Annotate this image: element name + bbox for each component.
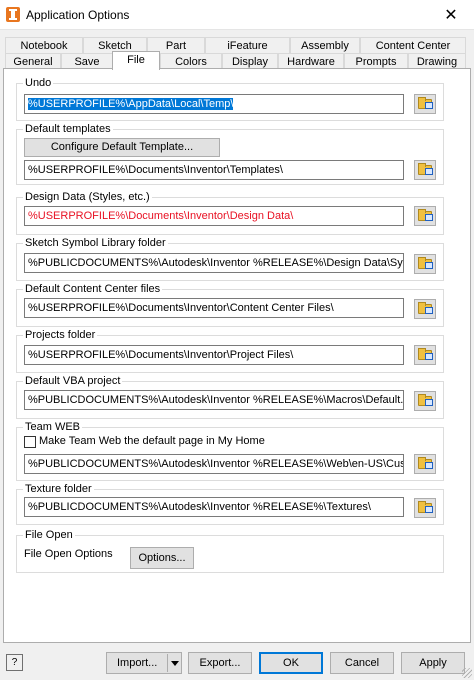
content-center-browse-button[interactable] xyxy=(414,299,436,319)
sketch-symbol-group: Sketch Symbol Library folder %PUBLICDOCU… xyxy=(16,237,444,281)
design-data-label: Design Data (Styles, etc.) xyxy=(23,191,152,204)
file-open-group: File Open File Open Options Options... xyxy=(16,529,444,573)
folder-browse-icon xyxy=(418,501,433,513)
design-data-group: Design Data (Styles, etc.) %USERPROFILE%… xyxy=(16,191,444,235)
team-web-group: Team WEB Make Team Web the default page … xyxy=(16,421,444,481)
team-web-default-checkbox[interactable] xyxy=(24,436,36,448)
content-center-group: Default Content Center files %USERPROFIL… xyxy=(16,283,444,327)
projects-browse-button[interactable] xyxy=(414,345,436,365)
undo-group: Undo %USERPROFILE%\AppData\Local\Temp\ xyxy=(16,77,444,121)
folder-browse-icon xyxy=(418,97,433,109)
sketch-symbol-path-input[interactable]: %PUBLICDOCUMENTS%\Autodesk\Inventor %REL… xyxy=(24,253,404,273)
export-button[interactable]: Export... xyxy=(188,652,252,674)
inventor-app-icon xyxy=(6,7,20,22)
undo-label: Undo xyxy=(23,77,54,90)
design-data-path-input[interactable]: %USERPROFILE%\Documents\Inventor\Design … xyxy=(24,206,404,226)
tab-assembly[interactable]: Assembly xyxy=(290,37,360,54)
cancel-button[interactable]: Cancel xyxy=(330,652,394,674)
folder-browse-icon xyxy=(418,209,433,221)
content-center-path-input[interactable]: %USERPROFILE%\Documents\Inventor\Content… xyxy=(24,298,404,318)
chevron-down-icon[interactable] xyxy=(171,661,179,666)
templates-group: Default templates Configure Default Temp… xyxy=(16,123,444,185)
tab-file[interactable]: File xyxy=(112,51,160,70)
import-button-label: Import... xyxy=(117,657,158,669)
tab-ifeature[interactable]: iFeature xyxy=(205,37,290,54)
file-open-options-button[interactable]: Options... xyxy=(130,547,194,569)
sketch-symbol-label: Sketch Symbol Library folder xyxy=(23,237,168,250)
resize-grip-icon[interactable] xyxy=(462,668,472,678)
undo-browse-button[interactable] xyxy=(414,94,436,114)
tab-notebook[interactable]: Notebook xyxy=(5,37,83,54)
vba-browse-button[interactable] xyxy=(414,391,436,411)
dialog-footer: ? Import... Export... OK Cancel Apply xyxy=(0,643,474,680)
sketch-symbol-browse-button[interactable] xyxy=(414,254,436,274)
folder-browse-icon xyxy=(418,302,433,314)
content-center-label: Default Content Center files xyxy=(23,283,163,296)
apply-button[interactable]: Apply xyxy=(401,652,465,674)
folder-browse-icon xyxy=(418,163,433,175)
projects-label: Projects folder xyxy=(23,329,98,342)
texture-browse-button[interactable] xyxy=(414,498,436,518)
vba-group: Default VBA project %PUBLICDOCUMENTS%\Au… xyxy=(16,375,444,419)
configure-template-button[interactable]: Configure Default Template... xyxy=(24,138,220,157)
projects-path-input[interactable]: %USERPROFILE%\Documents\Inventor\Project… xyxy=(24,345,404,365)
undo-path-input[interactable]: %USERPROFILE%\AppData\Local\Temp\ xyxy=(24,94,404,114)
templates-label: Default templates xyxy=(23,123,113,136)
ok-button[interactable]: OK xyxy=(259,652,323,674)
texture-label: Texture folder xyxy=(23,483,94,496)
team-web-label: Team WEB xyxy=(23,421,83,434)
tab-content-center[interactable]: Content Center xyxy=(360,37,466,54)
close-icon[interactable]: ✕ xyxy=(428,0,474,30)
import-split-divider xyxy=(167,654,168,672)
vba-path-input[interactable]: %PUBLICDOCUMENTS%\Autodesk\Inventor %REL… xyxy=(24,390,404,410)
design-data-browse-button[interactable] xyxy=(414,206,436,226)
window-title: Application Options xyxy=(26,8,130,22)
folder-browse-icon xyxy=(418,348,433,360)
team-web-checkbox-label: Make Team Web the default page in My Hom… xyxy=(39,435,265,447)
file-open-label: File Open xyxy=(23,529,75,542)
folder-browse-icon xyxy=(418,457,433,469)
title-bar: Application Options ✕ xyxy=(0,0,474,30)
team-web-browse-button[interactable] xyxy=(414,454,436,474)
templates-browse-button[interactable] xyxy=(414,160,436,180)
projects-group: Projects folder %USERPROFILE%\Documents\… xyxy=(16,329,444,373)
texture-path-input[interactable]: %PUBLICDOCUMENTS%\Autodesk\Inventor %REL… xyxy=(24,497,404,517)
folder-browse-icon xyxy=(418,394,433,406)
folder-browse-icon xyxy=(418,257,433,269)
help-icon[interactable]: ? xyxy=(6,654,23,671)
file-options-panel: Undo %USERPROFILE%\AppData\Local\Temp\ D… xyxy=(3,68,471,643)
templates-path-input[interactable]: %USERPROFILE%\Documents\Inventor\Templat… xyxy=(24,160,404,180)
team-web-path-input[interactable]: %PUBLICDOCUMENTS%\Autodesk\Inventor %REL… xyxy=(24,454,404,474)
file-open-options-label: File Open Options xyxy=(24,548,113,560)
vba-label: Default VBA project xyxy=(23,375,123,388)
texture-group: Texture folder %PUBLICDOCUMENTS%\Autodes… xyxy=(16,483,444,525)
